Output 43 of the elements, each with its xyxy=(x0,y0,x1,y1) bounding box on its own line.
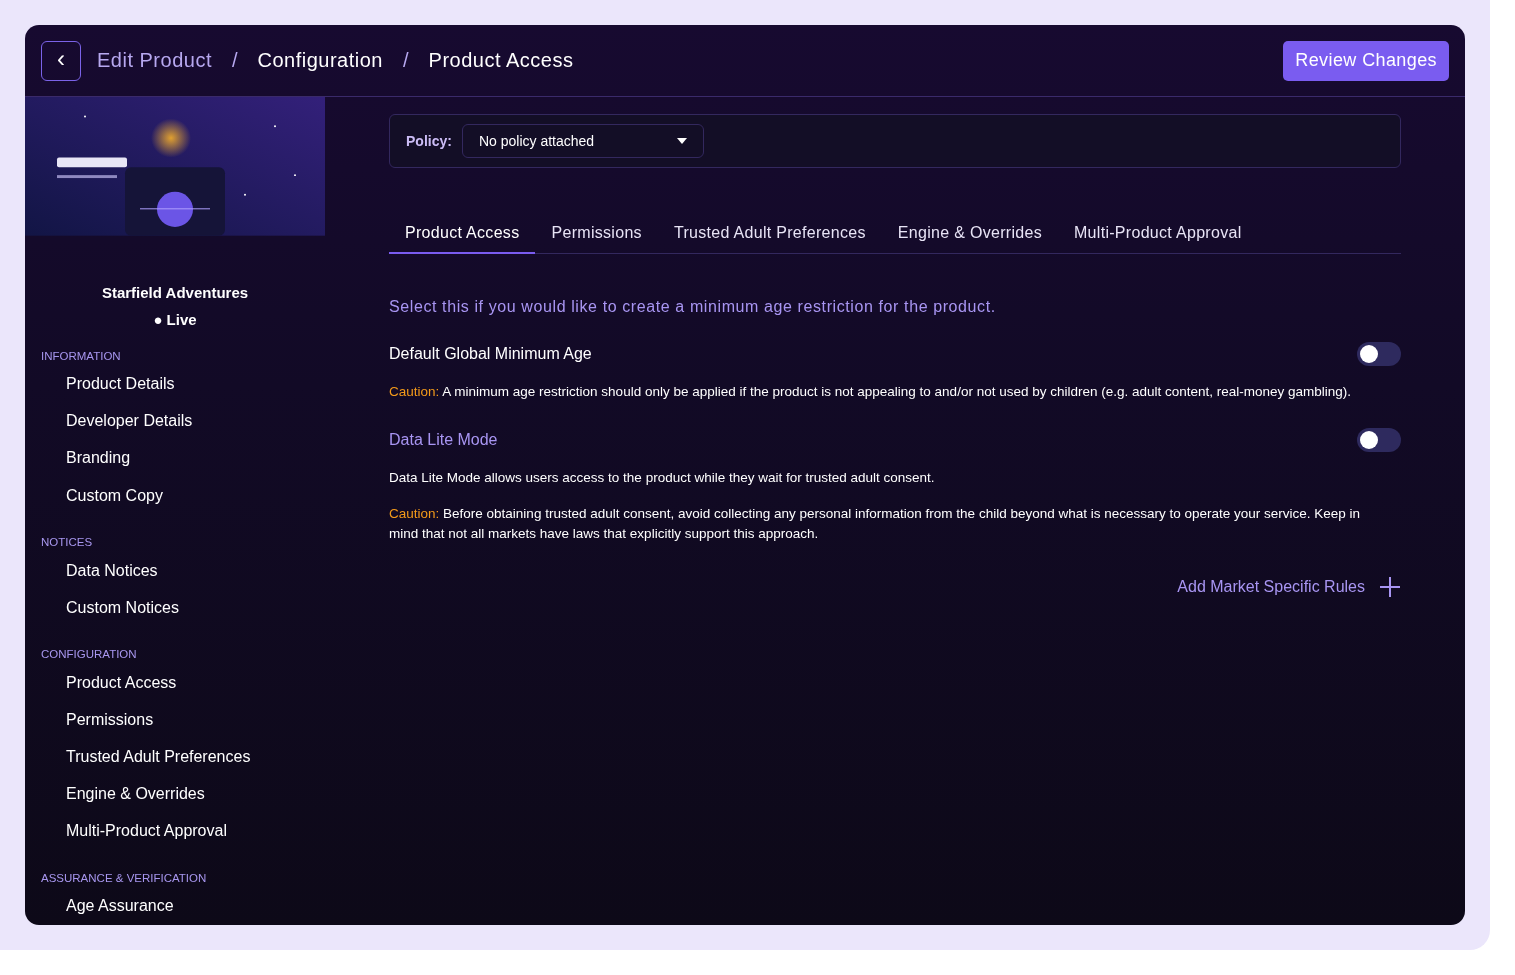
setting-label: Data Lite Mode xyxy=(389,431,498,449)
sidebar-item[interactable]: Product Access xyxy=(25,664,325,702)
sidebar-item[interactable]: Engine & Overrides xyxy=(25,775,325,813)
sidebar-item[interactable]: Age Assurance xyxy=(25,887,325,925)
policy-label: Policy: xyxy=(406,133,452,149)
sidebar-section-title: NOTICES xyxy=(40,536,94,549)
tab[interactable]: Product Access xyxy=(389,214,536,254)
breadcrumb[interactable]: Configuration xyxy=(257,49,383,72)
tab[interactable]: Engine & Overrides xyxy=(881,214,1058,254)
sidebar-item[interactable]: Branding xyxy=(25,439,325,477)
tab[interactable]: Trusted Adult Preferences xyxy=(657,214,882,254)
breadcrumb-separator: / xyxy=(231,49,238,72)
sidebar-item[interactable]: Custom Notices xyxy=(25,589,325,627)
sidebar-item[interactable]: Data Notices xyxy=(25,552,325,590)
plus-icon xyxy=(1379,576,1401,598)
sidebar-item[interactable]: Multi-Product Approval xyxy=(25,812,325,850)
setting-label: Default Global Minimum Age xyxy=(389,345,592,363)
toggle-switch[interactable] xyxy=(1357,342,1401,366)
sidebar-section-title: ASSURANCE & VERIFICATION xyxy=(40,871,208,884)
breadcrumb[interactable]: Edit Product xyxy=(97,49,212,72)
policy-dropdown[interactable]: No policy attached xyxy=(461,124,704,158)
caution-note: Caution: A minimum age restriction should only be applied if the product is not appealing to and/or not used by children (e.g. adult content, real-money gambling). xyxy=(389,383,1353,401)
sidebar-item[interactable]: Trusted Adult Preferences xyxy=(25,738,325,776)
review-changes-button[interactable]: Review Changes xyxy=(1283,40,1449,81)
sidebar-item[interactable]: Permissions xyxy=(25,701,325,739)
breadcrumb[interactable]: Product Access xyxy=(428,49,574,72)
sidebar-item[interactable]: Developer Details xyxy=(25,402,325,440)
product-name: Starfield Adventures xyxy=(100,283,250,301)
intro-text: Select this if you would like to create a minimum age restriction for the product. xyxy=(389,298,997,316)
breadcrumb-separator: / xyxy=(403,49,409,72)
add-market-rules-button[interactable]: Add Market Specific Rules xyxy=(1177,576,1401,598)
caution-note: Caution: Before obtaining trusted adult consent, avoid collecting any personal information from the child beyond what is necessary to operate your service. Keep in mind that not all markets have laws that explicitly support this approach. xyxy=(389,505,1362,543)
tab[interactable]: Permissions xyxy=(535,214,658,254)
sidebar-section-title: INFORMATION xyxy=(40,349,122,362)
back-button[interactable]: ‹ xyxy=(41,40,81,81)
tab[interactable]: Multi-Product Approval xyxy=(1057,214,1258,254)
sidebar-item[interactable]: Custom Copy xyxy=(25,477,325,515)
sidebar-item[interactable]: Product Details xyxy=(25,365,325,403)
toggle-switch[interactable] xyxy=(1357,428,1401,452)
caret-icon xyxy=(676,138,687,144)
product-status: ● Live xyxy=(152,310,198,328)
description-text: Data Lite Mode allows users access to the product while they wait for trusted adult consent. xyxy=(389,469,936,487)
sidebar-section-title: CONFIGURATION xyxy=(40,648,138,661)
